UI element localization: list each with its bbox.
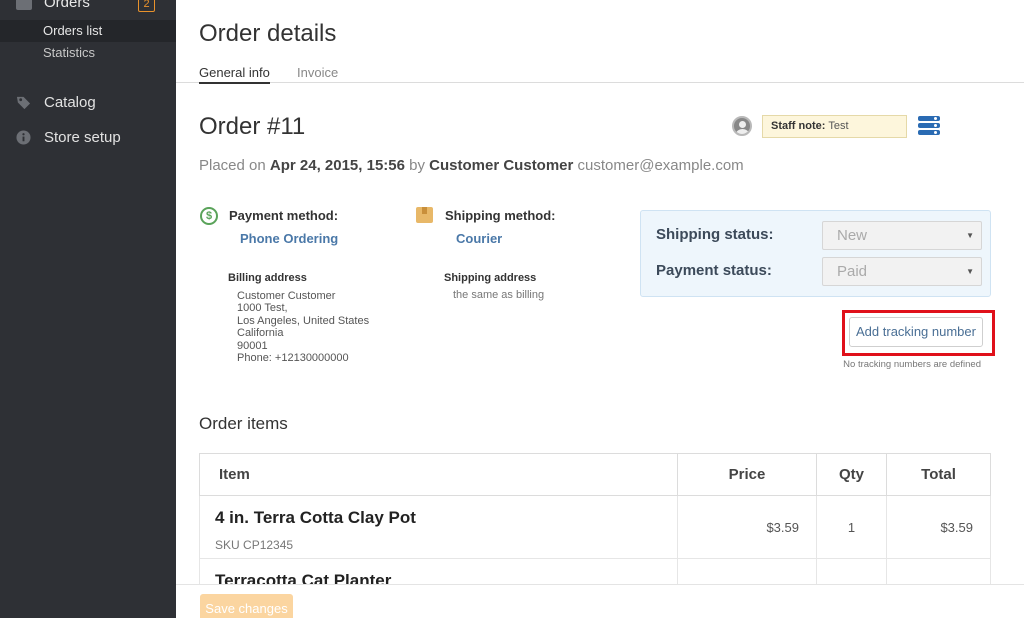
orders-count-badge: 2 <box>138 0 155 12</box>
footer-bar: Save changes <box>176 584 1024 618</box>
sidebar-item-catalog[interactable]: Catalog <box>0 90 176 116</box>
column-header-qty: Qty <box>816 453 887 496</box>
billing-line: California <box>237 327 284 340</box>
shipping-address-title: Shipping address <box>444 272 537 284</box>
payment-status-label: Payment status: <box>656 262 772 279</box>
order-items-title: Order items <box>199 414 288 433</box>
save-changes-button[interactable]: Save changes <box>200 594 293 618</box>
placed-prefix: Placed on <box>199 157 266 174</box>
customer-name[interactable]: Customer Customer <box>429 157 573 174</box>
database-icon[interactable] <box>918 116 940 137</box>
billing-address-title: Billing address <box>228 272 307 284</box>
caret-down-icon: ▼ <box>966 267 974 276</box>
item-cell: 4 in. Terra Cotta Clay Pot SKU CP12345 <box>199 495 678 559</box>
shipping-address-value: the same as billing <box>453 289 545 301</box>
staff-note-label: Staff note: <box>771 120 826 132</box>
shipping-status-value: New <box>837 227 868 244</box>
caret-down-icon: ▼ <box>966 231 974 240</box>
sidebar-item-orders-list[interactable]: Orders list <box>0 20 176 42</box>
user-avatar-icon[interactable] <box>732 116 752 136</box>
main-content: Order details General info Invoice Order… <box>176 0 1024 618</box>
billing-line: Phone: +12130000000 <box>237 352 349 365</box>
payment-method-value[interactable]: Phone Ordering <box>240 231 338 246</box>
table-header-row: Item Price Qty Total <box>199 453 991 496</box>
placed-by: by <box>409 157 425 174</box>
box-icon <box>416 207 433 223</box>
shipping-status-select[interactable]: New ▼ <box>822 221 982 250</box>
status-panel: Shipping status: New ▼ Payment status: P… <box>640 210 991 297</box>
dollar-icon: $ <box>200 207 218 225</box>
tab-general-info[interactable]: General info <box>199 65 270 84</box>
tab-bar: General info Invoice <box>176 62 1024 84</box>
payment-status-select[interactable]: Paid ▼ <box>822 257 982 286</box>
shipping-status-label: Shipping status: <box>656 226 774 243</box>
orders-icon <box>16 0 32 10</box>
staff-note-value: Test <box>828 120 849 132</box>
sidebar-item-label: Orders <box>44 0 90 11</box>
billing-line: Customer Customer <box>237 290 336 302</box>
billing-line: Los Angeles, United States <box>237 314 370 327</box>
order-title: Order #11 <box>199 113 306 140</box>
sku-label: SKU <box>215 538 240 552</box>
customer-email[interactable]: customer@example.com <box>578 157 744 174</box>
column-header-total: Total <box>886 453 991 496</box>
tab-invoice[interactable]: Invoice <box>297 65 338 80</box>
shipping-method-value[interactable]: Courier <box>456 231 502 246</box>
page-title: Order details <box>199 20 337 47</box>
sidebar-item-label: Store setup <box>44 129 121 146</box>
product-sku: SKU CP12345 <box>215 538 677 552</box>
order-placed-info: Placed on Apr 24, 2015, 15:56 by Custome… <box>199 157 744 174</box>
sidebar: Orders 2 Orders list Statistics Catalog … <box>0 0 176 618</box>
info-icon <box>16 130 31 145</box>
billing-address: Customer Customer 1000 Test, Los Angeles… <box>237 290 369 364</box>
no-tracking-text: No tracking numbers are defined <box>843 359 981 370</box>
payment-method-label: Payment method: <box>229 208 339 223</box>
table-row: 4 in. Terra Cotta Clay Pot SKU CP12345 $… <box>199 495 991 559</box>
sidebar-item-statistics[interactable]: Statistics <box>0 42 176 64</box>
billing-line: 1000 Test, <box>237 302 288 315</box>
payment-status-value: Paid <box>837 263 868 280</box>
product-name[interactable]: 4 in. Terra Cotta Clay Pot <box>215 508 677 528</box>
sidebar-item-orders[interactable]: Orders 2 <box>0 0 176 16</box>
sku-value: CP12345 <box>243 538 294 552</box>
tag-icon <box>16 96 31 110</box>
total-cell: $3.59 <box>886 495 991 559</box>
price-cell: $3.59 <box>677 495 817 559</box>
sidebar-item-label: Catalog <box>44 94 96 111</box>
billing-line: 90001 <box>237 339 268 352</box>
add-tracking-number-button[interactable]: Add tracking number <box>849 317 983 347</box>
column-header-price: Price <box>677 453 817 496</box>
shipping-method-label: Shipping method: <box>445 208 556 223</box>
placed-date: Apr 24, 2015, 15:56 <box>269 157 405 174</box>
staff-note[interactable]: Staff note: Test <box>762 115 907 138</box>
qty-cell: 1 <box>816 495 887 559</box>
sidebar-item-store-setup[interactable]: Store setup <box>0 125 176 151</box>
column-header-item: Item <box>199 453 678 496</box>
